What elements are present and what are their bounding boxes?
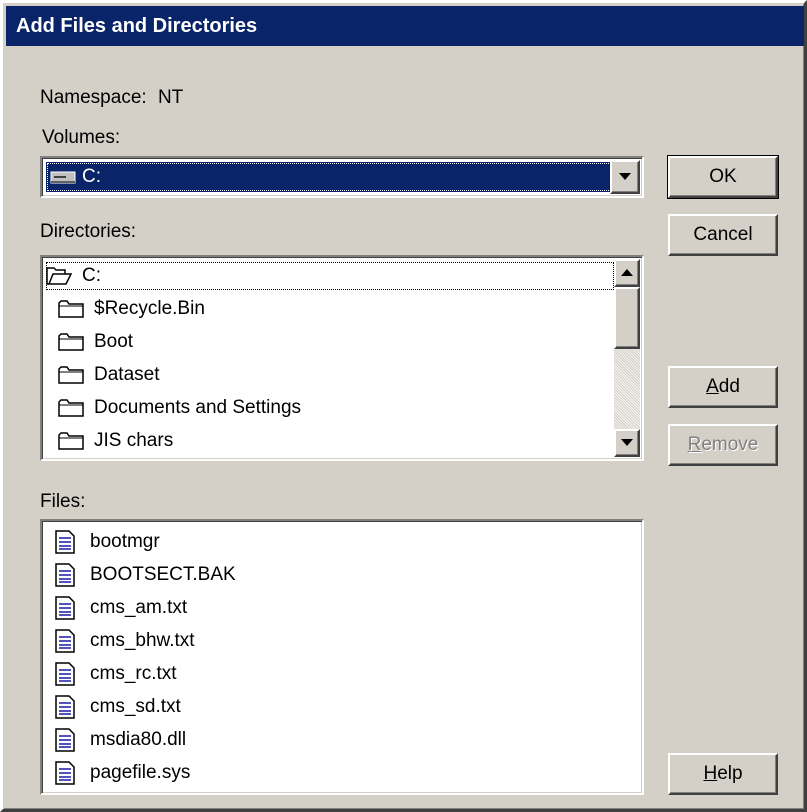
help-button-label: Help — [703, 763, 743, 784]
folder-icon — [58, 430, 86, 452]
text-file-icon — [54, 694, 82, 719]
text-file-icon — [54, 628, 82, 653]
chevron-down-icon — [621, 437, 633, 449]
remove-button-label: Remove — [687, 434, 759, 455]
add-files-dialog: Add Files and Directories Namespace: NT … — [0, 0, 807, 812]
namespace-row: Namespace: NT — [40, 87, 183, 109]
scroll-up-button[interactable] — [614, 259, 640, 287]
text-file-icon — [54, 595, 82, 620]
help-button[interactable]: Help — [668, 753, 778, 795]
text-file-icon — [54, 562, 82, 587]
folder-icon — [58, 331, 86, 353]
file-item-label: cms_sd.txt — [90, 695, 181, 717]
text-file-icon — [54, 760, 82, 785]
file-item[interactable]: pagefile.sys — [44, 756, 642, 789]
volumes-selected[interactable]: C: — [46, 162, 612, 192]
ok-button[interactable]: OK — [667, 155, 779, 199]
directory-item-label: JIS chars — [94, 429, 174, 451]
volumes-dropdown[interactable]: C: — [40, 156, 644, 198]
folder-icon — [58, 397, 86, 419]
directory-item[interactable]: JIS chars — [44, 424, 614, 457]
file-item-label: msdia80.dll — [90, 728, 187, 750]
volumes-dropdown-arrow[interactable] — [610, 160, 640, 194]
file-item-label: BOOTSECT.BAK — [90, 563, 236, 585]
directories-scrollbar[interactable] — [614, 259, 640, 457]
directory-item[interactable]: Boot — [44, 325, 614, 358]
file-item[interactable]: msdia80.dll — [44, 723, 642, 756]
add-button[interactable]: Add — [668, 366, 778, 408]
file-item-label: cms_bhw.txt — [90, 629, 195, 651]
text-file-icon — [54, 661, 82, 686]
chevron-up-icon — [621, 267, 633, 279]
file-item[interactable]: cms_am.txt — [44, 591, 642, 624]
folder-icon — [58, 364, 86, 386]
namespace-value: NT — [157, 87, 184, 108]
directory-item-root[interactable]: C: — [44, 259, 614, 292]
file-item[interactable]: cms_sd.txt — [44, 690, 642, 723]
files-label: Files: — [40, 491, 86, 512]
file-item-label: cms_rc.txt — [90, 662, 177, 684]
volumes-selected-label: C: — [82, 166, 101, 187]
file-item[interactable]: BOOTSECT.BAK — [44, 558, 642, 591]
directory-item[interactable]: Documents and Settings — [44, 391, 614, 424]
directory-item-label: Dataset — [94, 363, 160, 385]
files-list: bootmgr BOOTSECT.BAK cms_am.txt cms_bhw.… — [44, 525, 642, 793]
namespace-label: Namespace: — [40, 87, 147, 108]
directory-item-label: Boot — [94, 330, 134, 352]
file-item-label: bootmgr — [90, 530, 160, 552]
file-item[interactable]: cms_rc.txt — [44, 657, 642, 690]
file-item-label: pagefile.sys — [90, 761, 191, 783]
directory-item-label: Documents and Settings — [94, 396, 302, 418]
directory-item-label: C: — [82, 264, 101, 286]
scroll-down-button[interactable] — [614, 429, 640, 457]
directory-item[interactable]: $Recycle.Bin — [44, 292, 614, 325]
title-bar: Add Files and Directories — [6, 6, 804, 46]
cancel-button[interactable]: Cancel — [668, 214, 778, 256]
add-button-label: Add — [706, 376, 740, 397]
window-title: Add Files and Directories — [16, 15, 258, 37]
directories-list: C: $Recycle.Bin Boot Dataset Documents a… — [44, 259, 614, 459]
cancel-button-label: Cancel — [693, 224, 753, 245]
chevron-down-icon — [619, 171, 631, 183]
file-item[interactable]: bootmgr — [44, 525, 642, 558]
file-item-label: cms_am.txt — [90, 596, 188, 618]
directory-item[interactable]: Dataset — [44, 358, 614, 391]
files-listbox[interactable]: bootmgr BOOTSECT.BAK cms_am.txt cms_bhw.… — [40, 519, 644, 795]
directories-listbox[interactable]: C: $Recycle.Bin Boot Dataset Documents a… — [40, 255, 644, 461]
volumes-label: Volumes: — [42, 127, 121, 148]
text-file-icon — [54, 529, 82, 554]
folder-icon — [58, 298, 86, 320]
directory-item-label: $Recycle.Bin — [94, 297, 205, 319]
scroll-thumb[interactable] — [614, 287, 640, 349]
ok-button-label: OK — [709, 166, 737, 187]
open-folder-icon — [46, 265, 74, 287]
directories-label: Directories: — [40, 221, 137, 242]
drive-icon — [50, 169, 76, 185]
file-item[interactable]: cms_bhw.txt — [44, 624, 642, 657]
remove-button[interactable]: Remove — [668, 424, 778, 466]
text-file-icon — [54, 727, 82, 752]
